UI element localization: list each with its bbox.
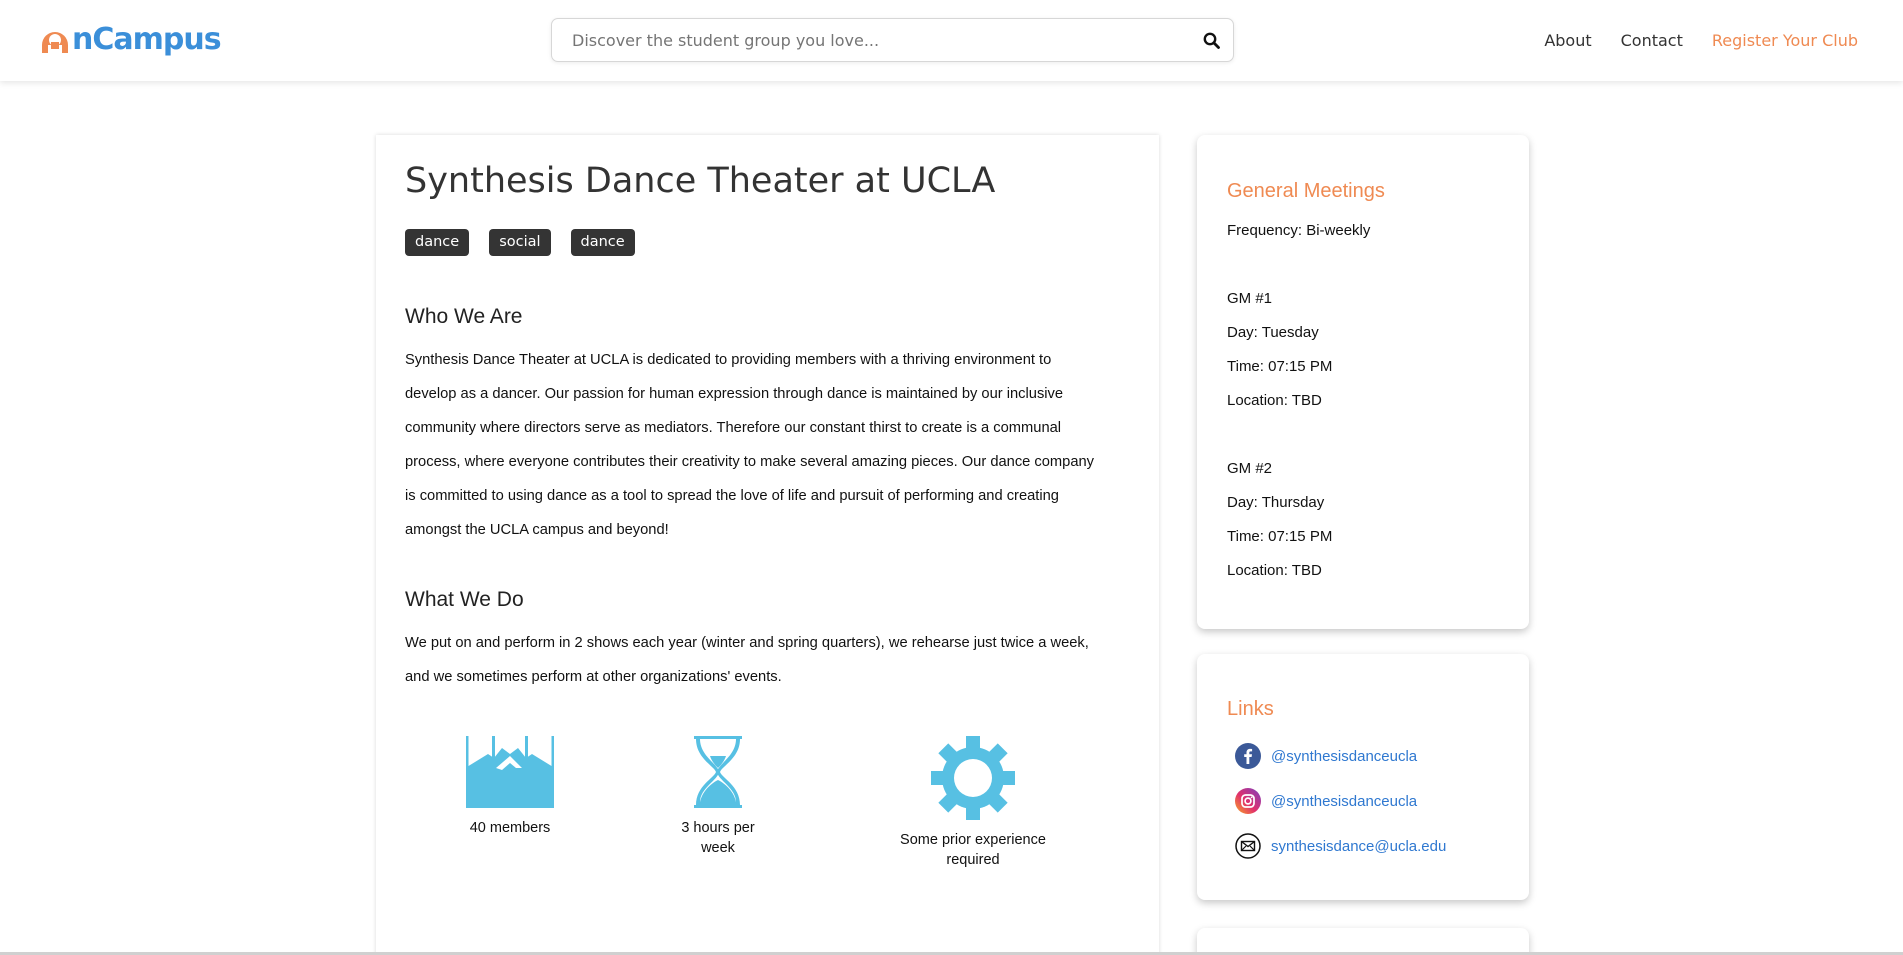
search-input[interactable] — [552, 19, 1189, 61]
links-card: Links @synthesisdanceucla @synthesisdanc… — [1197, 654, 1529, 900]
oncampus-logo[interactable]: nCampus — [40, 18, 222, 62]
envelope-icon — [1235, 833, 1261, 859]
gm2-time: Time: 07:15 PM — [1227, 528, 1333, 545]
register-club-link[interactable]: Register Your Club — [1712, 31, 1858, 50]
gm1-location: Location: TBD — [1227, 392, 1322, 409]
instagram-icon — [1235, 788, 1261, 814]
tag-social[interactable]: social — [489, 229, 551, 256]
general-meetings-card: General Meetings Frequency: Bi-weekly GM… — [1197, 135, 1529, 629]
top-navbar: nCampus About Contact Register Your Club — [0, 0, 1903, 81]
experience-stat-label: Some prior experience required — [900, 832, 1046, 868]
gm1-label: GM #1 — [1227, 290, 1273, 307]
tag-dance[interactable]: dance — [405, 229, 470, 256]
search-bar — [551, 18, 1234, 62]
club-title: Synthesis Dance Theater at UCLA — [405, 161, 996, 201]
additional-info-card — [1197, 928, 1529, 955]
nav-contact-link[interactable]: Contact — [1621, 31, 1683, 50]
facebook-link[interactable]: @synthesisdanceucla — [1271, 748, 1417, 765]
who-we-are-heading: Who We Are — [405, 305, 523, 328]
email-link[interactable]: synthesisdance@ucla.edu — [1271, 838, 1446, 855]
search-button[interactable] — [1189, 19, 1233, 61]
gm2-label: GM #2 — [1227, 460, 1273, 477]
what-we-do-heading: What We Do — [405, 588, 524, 611]
hours-stat-label: 3 hours per week — [681, 820, 755, 856]
links-heading: Links — [1227, 698, 1274, 720]
logo-text: nCampus — [72, 22, 222, 57]
gm2-day: Day: Thursday — [1227, 494, 1325, 511]
members-stat-label: 40 members — [469, 820, 551, 836]
gm1-day: Day: Tuesday — [1227, 324, 1319, 341]
tag-dance-2[interactable]: dance — [570, 229, 635, 256]
club-tags: dance social dance — [405, 229, 635, 256]
hours-stat: 3 hours per week — [668, 736, 768, 858]
members-stat: 40 members — [445, 736, 575, 838]
experience-stat: Some prior experience required — [893, 736, 1053, 870]
email-link-row[interactable]: synthesisdance@ucla.edu — [1235, 833, 1446, 859]
facebook-link-row[interactable]: @synthesisdanceucla — [1235, 743, 1417, 769]
gm1-time: Time: 07:15 PM — [1227, 358, 1333, 375]
mountains-icon — [466, 736, 554, 808]
logo-o-icon — [42, 32, 68, 53]
search-icon — [1203, 32, 1220, 49]
gm2-location: Location: TBD — [1227, 562, 1322, 579]
instagram-link[interactable]: @synthesisdanceucla — [1271, 793, 1417, 810]
what-we-do-text: We put on and perform in 2 shows each ye… — [405, 635, 1089, 685]
hourglass-icon — [694, 736, 742, 808]
nav-links: About Contact Register Your Club — [1544, 0, 1858, 81]
meeting-frequency: Frequency: Bi-weekly — [1227, 222, 1371, 239]
club-details-card: Synthesis Dance Theater at UCLA dance so… — [376, 135, 1159, 955]
nav-about-link[interactable]: About — [1544, 31, 1591, 50]
facebook-icon — [1235, 743, 1261, 769]
instagram-link-row[interactable]: @synthesisdanceucla — [1235, 788, 1417, 814]
general-meetings-heading: General Meetings — [1227, 180, 1385, 202]
who-we-are-text: Synthesis Dance Theater at UCLA is dedic… — [405, 352, 1095, 538]
gear-icon — [931, 736, 1015, 820]
